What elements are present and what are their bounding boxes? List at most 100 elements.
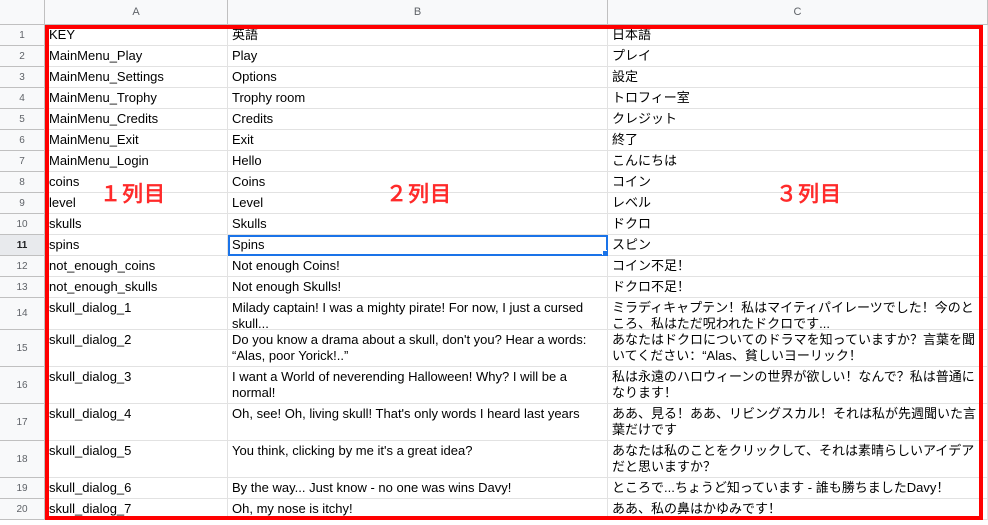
cell-b[interactable]: Do you know a drama about a skull, don't… <box>228 330 608 367</box>
table-row: level Level レベル <box>45 193 988 214</box>
cell-text: Play <box>232 48 258 63</box>
cell-c[interactable]: ああ、私の鼻はかゆみです！ <box>608 499 988 520</box>
cell-text: ところで...ちょうど知っています - 誰も勝ちましたDavy！ <box>612 480 950 495</box>
cell-text: ミラディキャプテン！私はマイティパイレーツでした！今のところ、私はただ呪われたド… <box>612 300 974 330</box>
cell-c[interactable]: 日本語 <box>608 25 988 46</box>
cell-a[interactable]: skull_dialog_4 <box>45 404 228 441</box>
cell-c[interactable]: スピン <box>608 235 988 256</box>
column-header-b[interactable]: B <box>228 0 608 25</box>
select-all-corner[interactable] <box>0 0 45 25</box>
cell-text: skull_dialog_2 <box>49 332 132 347</box>
cell-c[interactable]: あなたはドクロについてのドラマを知っていますか？言葉を聞いてください：“Alas… <box>608 330 988 367</box>
annotation-column-3: ３列目 <box>776 182 842 206</box>
row-header[interactable]: 13 <box>0 277 45 298</box>
cell-a[interactable]: KEY <box>45 25 228 46</box>
cell-text: スピン <box>612 237 652 252</box>
row-header[interactable]: 17 <box>0 404 45 441</box>
cell-a[interactable]: MainMenu_Settings <box>45 67 228 88</box>
row-header[interactable]: 5 <box>0 109 45 130</box>
cell-b[interactable]: Exit <box>228 130 608 151</box>
cell-a[interactable]: not_enough_skulls <box>45 277 228 298</box>
cell-c[interactable]: ところで...ちょうど知っています - 誰も勝ちましたDavy！ <box>608 478 988 499</box>
cell-b[interactable]: Oh, see! Oh, living skull! That's only w… <box>228 404 608 441</box>
cell-b[interactable]: Not enough Coins! <box>228 256 608 277</box>
cell-a[interactable]: MainMenu_Login <box>45 151 228 172</box>
cell-b[interactable]: Play <box>228 46 608 67</box>
cell-text: あなたはドクロについてのドラマを知っていますか？言葉を聞いてください：“Alas… <box>612 332 975 363</box>
cell-text: MainMenu_Login <box>49 153 149 168</box>
cell-c[interactable]: プレイ <box>608 46 988 67</box>
cell-b[interactable]: Skulls <box>228 214 608 235</box>
cell-a[interactable]: MainMenu_Trophy <box>45 88 228 109</box>
cell-text: By the way... Just know - no one was win… <box>232 480 512 495</box>
cell-a[interactable]: skull_dialog_7 <box>45 499 228 520</box>
cell-a[interactable]: skulls <box>45 214 228 235</box>
cell-text: Options <box>232 69 277 84</box>
cell-a[interactable]: MainMenu_Play <box>45 46 228 67</box>
row-header[interactable]: 10 <box>0 214 45 235</box>
cell-b[interactable]: Options <box>228 67 608 88</box>
cell-text: MainMenu_Play <box>49 48 143 63</box>
row-header[interactable]: 4 <box>0 88 45 109</box>
cell-b[interactable]: Milady captain! I was a mighty pirate! F… <box>228 298 608 330</box>
cell-a[interactable]: MainMenu_Exit <box>45 130 228 151</box>
table-row: skull_dialog_4 Oh, see! Oh, living skull!… <box>45 404 988 441</box>
cell-c[interactable]: ミラディキャプテン！私はマイティパイレーツでした！今のところ、私はただ呪われたド… <box>608 298 988 330</box>
row-header[interactable]: 6 <box>0 130 45 151</box>
row-header[interactable]: 8 <box>0 172 45 193</box>
table-row: skull_dialog_5 You think, clicking by me … <box>45 441 988 478</box>
cell-b[interactable]: Spins <box>228 235 608 256</box>
table-row: KEY 英語 日本語 <box>45 25 988 46</box>
cell-c[interactable]: 終了 <box>608 130 988 151</box>
table-row: skull_dialog_7 Oh, my nose is itchy! ああ、私の… <box>45 499 988 520</box>
row-header[interactable]: 20 <box>0 499 45 520</box>
cell-a[interactable]: skull_dialog_2 <box>45 330 228 367</box>
row-header[interactable]: 19 <box>0 478 45 499</box>
cell-c[interactable]: ドクロ <box>608 214 988 235</box>
row-header[interactable]: 12 <box>0 256 45 277</box>
cell-c[interactable]: ドクロ不足！ <box>608 277 988 298</box>
cell-c[interactable]: 設定 <box>608 67 988 88</box>
row-header[interactable]: 18 <box>0 441 45 478</box>
row-header[interactable]: 3 <box>0 67 45 88</box>
row-header[interactable]: 7 <box>0 151 45 172</box>
cell-a[interactable]: not_enough_coins <box>45 256 228 277</box>
cell-b[interactable]: Hello <box>228 151 608 172</box>
row-header[interactable]: 2 <box>0 46 45 67</box>
cell-c[interactable]: こんにちは <box>608 151 988 172</box>
row-header[interactable]: 9 <box>0 193 45 214</box>
cell-b[interactable]: You think, clicking by me it's a great i… <box>228 441 608 478</box>
cell-text: Milady captain! I was a mighty pirate! F… <box>232 300 584 330</box>
cell-a[interactable]: skull_dialog_1 <box>45 298 228 330</box>
cell-c[interactable]: コイン不足！ <box>608 256 988 277</box>
cell-b[interactable]: Not enough Skulls! <box>228 277 608 298</box>
cell-c[interactable]: ああ、見る！ああ、リビングスカル！それは私が先週聞いた言葉だけです <box>608 404 988 441</box>
cell-a[interactable]: MainMenu_Credits <box>45 109 228 130</box>
cell-text: skull_dialog_6 <box>49 480 132 495</box>
fill-handle[interactable] <box>602 250 607 255</box>
cell-c[interactable]: クレジット <box>608 109 988 130</box>
row-header[interactable]: 14 <box>0 298 45 330</box>
cell-b[interactable]: 英語 <box>228 25 608 46</box>
table-row: skull_dialog_6 By the way... Just know - … <box>45 478 988 499</box>
cell-text: skull_dialog_3 <box>49 369 132 384</box>
row-header[interactable]: 11 <box>0 235 45 256</box>
row-header[interactable]: 16 <box>0 367 45 404</box>
spreadsheet-grid: KEY 英語 日本語 MainMenu_Play Play プレイ MainMenu_Set… <box>45 25 988 520</box>
cell-a[interactable]: spins <box>45 235 228 256</box>
cell-a[interactable]: skull_dialog_5 <box>45 441 228 478</box>
cell-c[interactable]: トロフィー室 <box>608 88 988 109</box>
cell-b[interactable]: Oh, my nose is itchy! <box>228 499 608 520</box>
cell-b[interactable]: By the way... Just know - no one was win… <box>228 478 608 499</box>
cell-a[interactable]: skull_dialog_6 <box>45 478 228 499</box>
cell-b[interactable]: Trophy room <box>228 88 608 109</box>
cell-c[interactable]: 私は永遠のハロウィーンの世界が欲しい！なんで？私は普通になります！ <box>608 367 988 404</box>
row-header[interactable]: 1 <box>0 25 45 46</box>
cell-b[interactable]: I want a World of neverending Halloween!… <box>228 367 608 404</box>
row-header[interactable]: 15 <box>0 330 45 367</box>
column-header-a[interactable]: A <box>45 0 228 25</box>
column-header-c[interactable]: C <box>608 0 988 25</box>
cell-a[interactable]: skull_dialog_3 <box>45 367 228 404</box>
cell-b[interactable]: Credits <box>228 109 608 130</box>
cell-c[interactable]: あなたは私のことをクリックして、それは素晴らしいアイデアだと思いますか？ <box>608 441 988 478</box>
